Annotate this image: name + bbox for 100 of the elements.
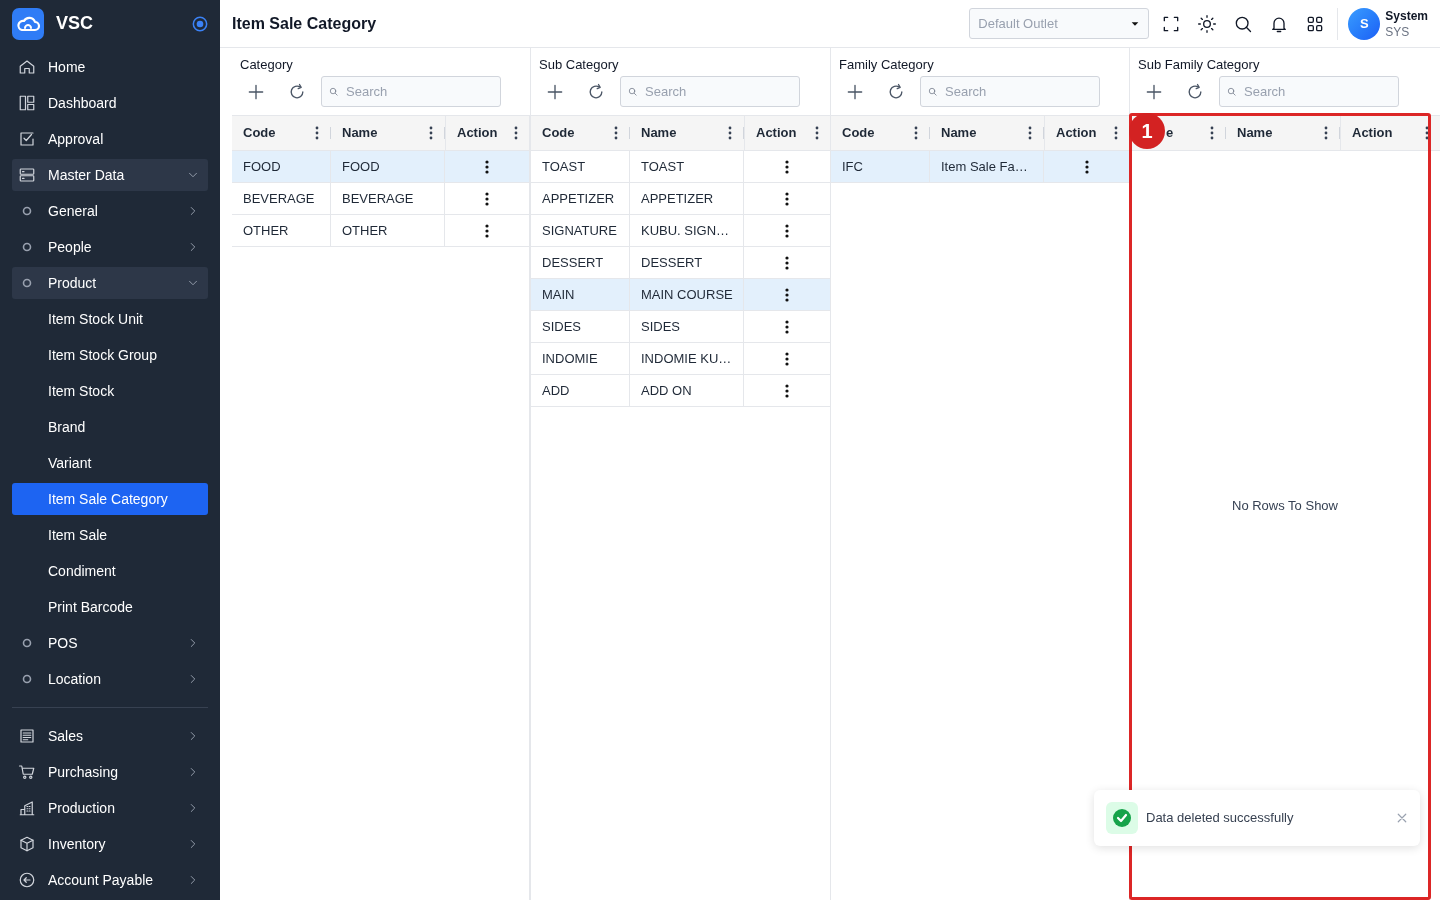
search-field[interactable]: Search [1219, 76, 1399, 107]
column-header[interactable]: Name [941, 123, 977, 143]
circle-icon [22, 674, 32, 684]
nav-item[interactable]: Product [12, 267, 208, 299]
table-row[interactable]: DESSERT DESSERT [531, 247, 830, 279]
kebab-icon [1027, 126, 1033, 140]
server-icon [18, 166, 36, 184]
nav-item[interactable]: POS [12, 627, 208, 659]
box-icon [18, 835, 36, 853]
table-row[interactable]: TOAST TOAST [531, 151, 830, 183]
kebab-icon [428, 126, 434, 140]
nav-item[interactable]: Master Data [12, 159, 208, 191]
column-header[interactable]: Name [342, 123, 378, 143]
close-button[interactable] [1396, 812, 1408, 824]
code-text: ADD [542, 381, 570, 400]
code-text: APPETIZER [542, 189, 615, 208]
column-header[interactable]: Name [1237, 123, 1273, 143]
column-header[interactable]: e [1166, 123, 1174, 143]
column-header[interactable]: Action [756, 123, 797, 143]
kebab-icon [913, 126, 919, 140]
search-icon [927, 86, 938, 97]
column-header[interactable]: Code [542, 123, 575, 143]
user-name: System [1385, 7, 1428, 24]
circle-icon [22, 206, 32, 216]
code-text: OTHER [243, 221, 289, 240]
nav-item[interactable]: Item Stock [12, 375, 208, 407]
name-text: APPETIZER [641, 189, 714, 208]
nav-item[interactable]: Print Barcode [12, 591, 208, 623]
table-row[interactable]: OTHER OTHER [232, 215, 529, 247]
nav-item[interactable]: Production [12, 792, 208, 824]
nav-item[interactable]: Item Sale [12, 519, 208, 551]
kebab-icon [784, 319, 790, 334]
table-row[interactable]: APPETIZER APPETIZER [531, 183, 830, 215]
code-text: SIGNATURE [542, 221, 617, 240]
name-text: FOOD [342, 157, 380, 176]
kebab-icon [1209, 126, 1215, 140]
kebab-icon [814, 126, 820, 140]
nav-item[interactable]: Item Sale Category [12, 483, 208, 515]
close-icon [1396, 812, 1408, 824]
kebab-icon [1113, 126, 1119, 140]
dashboard-icon [18, 94, 36, 112]
column-header[interactable]: Action [1056, 123, 1097, 143]
home-icon [18, 58, 36, 76]
kebab-icon [613, 126, 619, 140]
panel-title: Sub Category [539, 57, 620, 73]
name-text: BEVERAGE [342, 189, 414, 208]
name-text: DESSERT [641, 253, 703, 272]
nav-item[interactable]: Purchasing [12, 756, 208, 788]
nav-item[interactable]: Sales [12, 720, 208, 752]
table-row[interactable]: SIGNATURE KUBU. SIGN… [531, 215, 830, 247]
search-field[interactable]: Search [620, 76, 800, 107]
table-row[interactable]: FOOD FOOD [232, 151, 529, 183]
table-row[interactable]: SIDES SIDES [531, 311, 830, 343]
building-icon [18, 799, 36, 817]
search-field[interactable]: Search [321, 76, 501, 107]
kebab-icon [484, 223, 490, 238]
code-text: BEVERAGE [243, 189, 315, 208]
nav-item[interactable]: People [12, 231, 208, 263]
nav-item[interactable]: Item Stock Group [12, 339, 208, 371]
sun-button[interactable] [1197, 13, 1218, 34]
column-header[interactable]: Action [457, 123, 498, 143]
nav-item[interactable]: Account Payable [12, 864, 208, 896]
table-row[interactable]: MAIN MAIN COURSE [531, 279, 830, 311]
table-row[interactable]: INDOMIE INDOMIE KU… [531, 343, 830, 375]
column-header[interactable]: Action [1352, 123, 1393, 143]
kebab-icon [1323, 126, 1329, 140]
panel-title: Category [240, 57, 294, 73]
column-header[interactable]: Name [641, 123, 677, 143]
empty-message: No Rows To Show [1232, 496, 1338, 515]
column-header[interactable]: Code [842, 123, 875, 143]
nav-item[interactable]: Approval [12, 123, 208, 155]
name-text: INDOMIE KU… [641, 349, 732, 368]
table-row[interactable]: BEVERAGE BEVERAGE [232, 183, 529, 215]
kebab-icon [784, 383, 790, 398]
code-text: DESSERT [542, 253, 604, 272]
nav-item[interactable]: Variant [12, 447, 208, 479]
table-row[interactable]: ADD ADD ON [531, 375, 830, 407]
user-role: SYS [1385, 23, 1411, 40]
page-title: Item Sale Category [232, 13, 377, 34]
column-header[interactable]: Code [243, 123, 276, 143]
panel-title: Sub Family Category [1138, 57, 1261, 73]
nav-item[interactable]: Inventory [12, 828, 208, 860]
nav-item[interactable]: Brand [12, 411, 208, 443]
cloud-logo-icon [12, 7, 44, 40]
kebab-icon [784, 351, 790, 366]
user-avatar[interactable]: S [1348, 7, 1381, 40]
code-text: FOOD [243, 157, 281, 176]
nav-item[interactable]: Dashboard [12, 87, 208, 119]
nav-item[interactable]: Location [12, 663, 208, 695]
nav-item[interactable]: Condiment [12, 555, 208, 587]
search-icon [627, 86, 638, 97]
nav-item[interactable]: General [12, 195, 208, 227]
nav-item[interactable]: Item Stock Unit [12, 303, 208, 335]
search-field[interactable]: Search [920, 76, 1100, 107]
kebab-icon [784, 159, 790, 174]
code-text: SIDES [542, 317, 581, 336]
table-row[interactable]: IFC Item Sale Fa… [831, 151, 1129, 183]
nav-item[interactable]: Home [12, 51, 208, 83]
kebab-icon [784, 191, 790, 206]
name-text: SIDES [641, 317, 680, 336]
